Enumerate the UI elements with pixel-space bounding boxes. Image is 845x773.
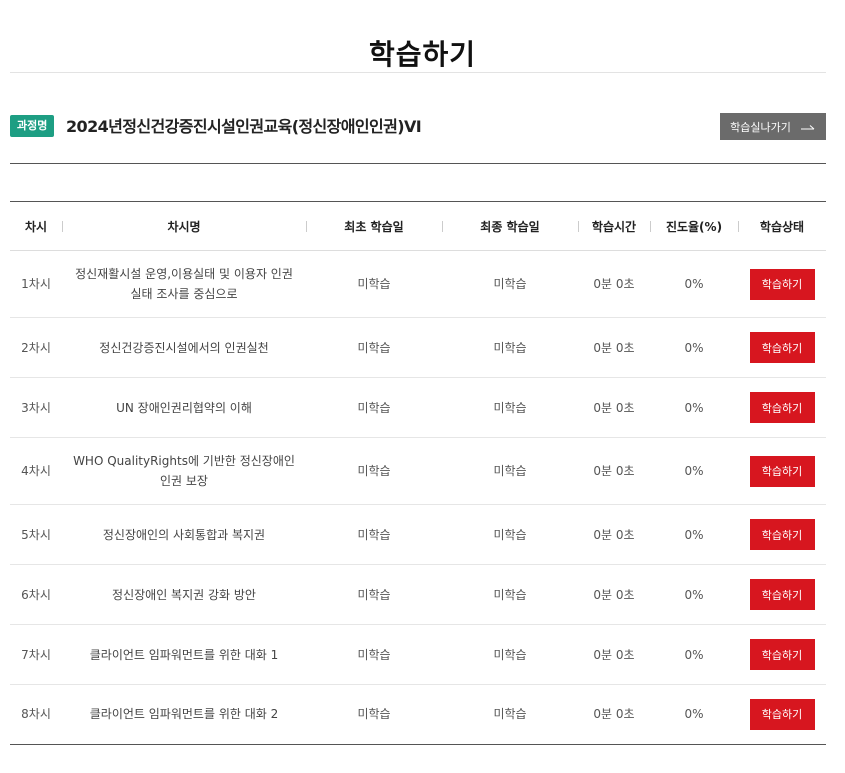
status-cell: 학습하기 [738,564,826,625]
last-study-date: 미학습 [442,317,578,378]
study-time: 0분 0초 [578,250,650,318]
first-study-date: 미학습 [306,437,442,505]
exit-classroom-button[interactable]: 학습실나가기 [720,113,826,140]
course-badge: 과정명 [10,115,55,137]
table-row: 5차시 정신장애인의 사회통합과 복지권 미학습 미학습 0분 0초 0% 학습… [10,504,826,565]
study-time: 0분 0초 [593,707,635,722]
last-study-date: 미학습 [442,377,578,438]
session-name: UN 장애인권리협약의 이해 [62,377,306,438]
progress-rate: 0% [650,504,738,565]
session-number: 5차시 [10,504,62,565]
course-divider [10,163,826,164]
header-name: 차시명 [62,202,306,251]
table-row: 1차시 정신재활시설 운영,이용실태 및 이용자 인권 실태 조사를 중심으로 … [10,250,826,318]
table-row: 7차시 클라이언트 임파워먼트를 위한 대화 1 미학습 미학습 0분 0초 0… [10,624,826,685]
first-study-date: 미학습 [306,377,442,438]
study-button[interactable]: 학습하기 [749,392,815,423]
table-row: 3차시 UN 장애인권리협약의 이해 미학습 미학습 0분 0초 0% 학습하기 [10,377,826,438]
session-number: 3차시 [10,377,62,438]
session-name: WHO QualityRights에 기반한 정신장애인 인권 보장 [62,437,306,505]
table-row: 2차시 정신건강증진시설에서의 인권실천 미학습 미학습 0분 0초 0% 학습… [10,317,826,378]
session-name: 정신재활시설 운영,이용실태 및 이용자 인권 실태 조사를 중심으로 [62,250,306,318]
first-study-date: 미학습 [306,317,442,378]
first-study-date: 미학습 [306,504,442,565]
table-row: 6차시 정신장애인 복지권 강화 방안 미학습 미학습 0분 0초 0% 학습하… [10,564,826,625]
header-time: 학습시간 [578,202,650,251]
header-last-date: 최종 학습일 [442,202,578,251]
last-study-date: 미학습 [442,564,578,625]
last-study-date: 미학습 [442,624,578,685]
header-status: 학습상태 [738,202,826,251]
session-name: 클라이언트 임파워먼트를 위한 대화 2 [89,707,279,722]
study-time: 0분 0초 [578,437,650,505]
title-divider [10,72,826,73]
study-time: 0분 0초 [578,624,650,685]
study-button[interactable]: 학습하기 [749,332,815,363]
first-study-date: 미학습 [306,564,442,625]
exit-classroom-label: 학습실나가기 [730,120,791,134]
session-table: 차시 차시명 최초 학습일 최종 학습일 학습시간 진도율(%) 학습상태 1차… [10,202,826,744]
progress-rate: 0% [650,564,738,625]
last-study-date: 미학습 [493,707,527,722]
session-table-wrapper: 차시 차시명 최초 학습일 최종 학습일 학습시간 진도율(%) 학습상태 1차… [10,201,826,745]
study-time: 0분 0초 [578,317,650,378]
page-title: 학습하기 [368,37,477,71]
study-button[interactable]: 학습하기 [749,519,815,550]
session-number: 8차시 [21,707,51,722]
table-row: 4차시 WHO QualityRights에 기반한 정신장애인 인권 보장 미… [10,437,826,505]
study-button[interactable]: 학습하기 [749,455,815,487]
session-number: 1차시 [10,250,62,318]
progress-rate: 0% [650,377,738,438]
header-row: 차시 차시명 최초 학습일 최종 학습일 학습시간 진도율(%) 학습상태 [10,202,826,251]
study-button[interactable]: 학습하기 [749,639,815,670]
table-body: 1차시 정신재활시설 운영,이용실태 및 이용자 인권 실태 조사를 중심으로 … [10,250,826,744]
last-study-date: 미학습 [442,250,578,318]
session-number: 7차시 [10,624,62,685]
session-number: 2차시 [10,317,62,378]
last-study-date: 미학습 [442,504,578,565]
table-header: 차시 차시명 최초 학습일 최종 학습일 학습시간 진도율(%) 학습상태 [10,202,826,251]
study-time: 0분 0초 [578,377,650,438]
status-cell: 학습하기 [738,250,826,318]
status-cell: 학습하기 [738,437,826,505]
progress-rate: 0% [650,317,738,378]
session-name: 정신장애인의 사회통합과 복지권 [62,504,306,565]
study-time: 0분 0초 [578,504,650,565]
first-study-date: 미학습 [306,250,442,318]
status-cell: 학습하기 [738,624,826,685]
course-title: 2024년정신건강증진시설인권교육(정신장애인인권)VI [66,117,422,136]
session-name: 정신건강증진시설에서의 인권실천 [62,317,306,378]
session-name: 클라이언트 임파워먼트를 위한 대화 1 [62,624,306,685]
progress-rate: 0% [650,250,738,318]
progress-rate: 0% [650,437,738,505]
status-cell: 학습하기 [738,685,826,744]
table-row: 8차시 클라이언트 임파워먼트를 위한 대화 2 미학습 미학습 0분 0초 0… [10,685,826,744]
status-cell: 학습하기 [738,377,826,438]
status-cell: 학습하기 [738,317,826,378]
study-time: 0분 0초 [578,564,650,625]
header-session: 차시 [10,202,62,251]
progress-rate: 0% [650,624,738,685]
header-first-date: 최초 학습일 [306,202,442,251]
study-button[interactable]: 학습하기 [749,579,815,610]
arrow-right-icon [800,124,815,129]
progress-rate: 0% [684,707,704,722]
course-header: 과정명 2024년정신건강증진시설인권교육(정신장애인인권)VI 학습실나가기 [10,113,826,141]
session-number: 4차시 [10,437,62,505]
first-study-date: 미학습 [306,624,442,685]
study-button[interactable]: 학습하기 [749,268,815,300]
first-study-date: 미학습 [357,707,391,722]
session-number: 6차시 [10,564,62,625]
header-progress: 진도율(%) [650,202,738,251]
session-name: 정신장애인 복지권 강화 방안 [62,564,306,625]
last-study-date: 미학습 [442,437,578,505]
study-button[interactable]: 학습하기 [749,698,815,730]
status-cell: 학습하기 [738,504,826,565]
